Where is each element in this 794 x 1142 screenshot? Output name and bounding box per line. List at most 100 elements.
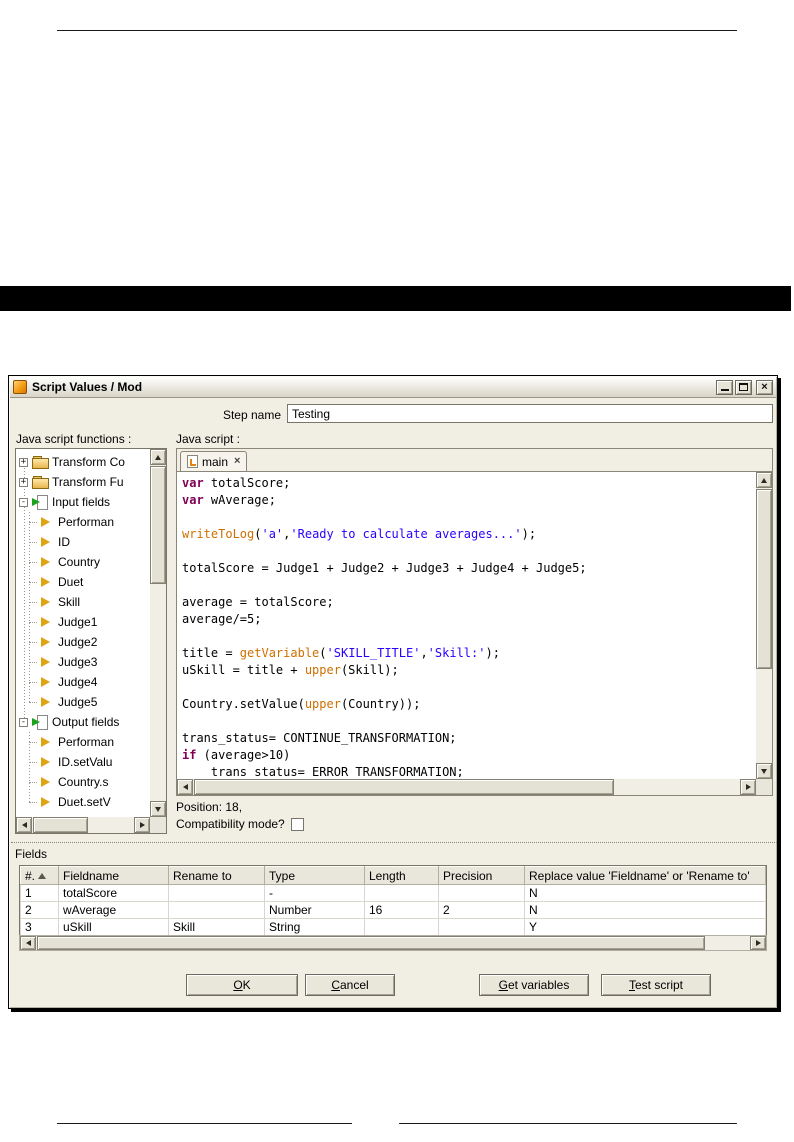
close-button[interactable]: × (756, 379, 773, 395)
table-cell[interactable]: String (264, 918, 365, 936)
scroll-up-button[interactable] (150, 449, 166, 465)
table-row[interactable]: 3 uSkill Skill String Y (20, 918, 766, 936)
script-editor-panel: main × var totalScore; var wAverage; write… (176, 448, 773, 796)
table-cell[interactable]: Y (524, 918, 766, 936)
arrow-down-icon (155, 806, 161, 812)
table-cell[interactable]: 2 (20, 901, 59, 919)
code-editor[interactable]: var totalScore; var wAverage; writeToLog('… (177, 471, 772, 795)
editor-horizontal-scrollbar[interactable] (177, 779, 756, 795)
tab-close-icon[interactable]: × (234, 456, 240, 467)
scroll-thumb[interactable] (756, 489, 772, 669)
scroll-left-button[interactable] (16, 817, 32, 833)
maximize-button[interactable] (735, 379, 752, 395)
tab-main[interactable]: main × (180, 451, 248, 471)
table-cell[interactable]: 1 (20, 884, 59, 902)
tree-item-output-fields[interactable]: - Output fields (16, 712, 150, 732)
table-cell[interactable]: N (524, 901, 766, 919)
compatibility-row: Compatibility mode? (176, 817, 304, 831)
table-cell[interactable] (438, 918, 525, 936)
table-cell[interactable]: Number (264, 901, 365, 919)
ok-button[interactable]: OK (186, 974, 298, 996)
tree-horizontal-scrollbar[interactable] (16, 817, 150, 833)
tree-item-country-s[interactable]: Country.s (16, 772, 150, 792)
table-cell[interactable] (168, 884, 265, 902)
collapse-icon[interactable]: - (19, 497, 28, 507)
tree-item-country[interactable]: Country (16, 552, 150, 572)
table-cell[interactable]: 2 (438, 901, 525, 919)
expand-icon[interactable]: + (19, 457, 28, 467)
test-script-button[interactable]: Test script (601, 974, 711, 996)
table-cell[interactable]: - (264, 884, 365, 902)
code-line: totalScore = Judge1 + Judge2 + Judge3 + … (182, 561, 587, 575)
tree-item-label: Judge5 (58, 695, 98, 709)
column-header-rename-to[interactable]: Rename to (168, 866, 265, 885)
script-tab-icon (187, 455, 198, 468)
scroll-thumb[interactable] (194, 779, 614, 795)
table-cell[interactable] (168, 901, 265, 919)
scroll-right-button[interactable] (134, 817, 150, 833)
get-variables-button[interactable]: Get variables (479, 974, 589, 996)
tree-item-performan[interactable]: Performan (16, 512, 150, 532)
column-header-type[interactable]: Type (264, 866, 365, 885)
scroll-right-button[interactable] (750, 936, 766, 950)
column-header-label: Rename to (173, 868, 232, 883)
tree-item-skill[interactable]: Skill (16, 592, 150, 612)
tree-item-id-setvalu[interactable]: ID.setValu (16, 752, 150, 772)
editor-vertical-scrollbar[interactable] (756, 472, 772, 779)
table-cell[interactable]: 3 (20, 918, 59, 936)
tree-item-judge5[interactable]: Judge5 (16, 692, 150, 712)
tree-item-judge4[interactable]: Judge4 (16, 672, 150, 692)
step-name-input[interactable]: Testing (287, 404, 773, 423)
compatibility-checkbox[interactable] (290, 817, 304, 831)
code-text[interactable]: var totalScore; var wAverage; writeToLog('… (182, 475, 754, 777)
tree-item-duet-setv[interactable]: Duet.setV (16, 792, 150, 812)
scroll-left-button[interactable] (177, 779, 193, 795)
column-header-replace-value-fieldname-or-rename-to[interactable]: Replace value 'Fieldname' or 'Rename to' (524, 866, 766, 885)
scroll-up-button[interactable] (756, 472, 772, 488)
tree-item-transform-co[interactable]: + Transform Co (16, 452, 150, 472)
collapse-icon[interactable]: - (19, 717, 28, 727)
tree-item-id[interactable]: ID (16, 532, 150, 552)
table-cell[interactable]: Skill (168, 918, 265, 936)
tree-item-judge3[interactable]: Judge3 (16, 652, 150, 672)
scroll-thumb[interactable] (37, 936, 705, 950)
code-line: title = getVariable('SKILL_TITLE','Skill… (182, 646, 500, 660)
tree-item-input-fields[interactable]: - Input fields (16, 492, 150, 512)
tree-item-performan[interactable]: Performan (16, 732, 150, 752)
black-banner (0, 286, 791, 311)
scroll-thumb[interactable] (150, 466, 166, 584)
column-header-precision[interactable]: Precision (438, 866, 525, 885)
table-cell[interactable] (438, 884, 525, 902)
code-line: average/=5; (182, 612, 262, 626)
expand-icon[interactable]: + (19, 477, 28, 487)
minimize-button[interactable] (716, 379, 733, 395)
step-name-value: Testing (292, 407, 331, 421)
scroll-thumb[interactable] (33, 817, 88, 833)
table-row[interactable]: 1 totalScore - N (20, 884, 766, 902)
table-horizontal-scrollbar[interactable] (19, 935, 767, 951)
dialog-titlebar[interactable]: Script Values / Mod × (10, 377, 776, 398)
tree-vertical-scrollbar[interactable] (150, 449, 166, 817)
column-header-num[interactable]: #. (20, 866, 59, 885)
scroll-down-button[interactable] (150, 801, 166, 817)
table-cell[interactable] (364, 918, 439, 936)
scroll-down-button[interactable] (756, 763, 772, 779)
scroll-right-button[interactable] (740, 779, 756, 795)
table-cell[interactable]: N (524, 884, 766, 902)
column-header-length[interactable]: Length (364, 866, 439, 885)
table-cell[interactable]: uSkill (58, 918, 169, 936)
functions-tree: + Transform Co + Transform Fu - Input fields P… (16, 449, 150, 817)
table-cell[interactable]: wAverage (58, 901, 169, 919)
tree-item-judge1[interactable]: Judge1 (16, 612, 150, 632)
scroll-left-button[interactable] (20, 936, 36, 950)
fields-group-label: Fields (15, 847, 48, 861)
table-cell[interactable] (364, 884, 439, 902)
table-row[interactable]: 2 wAverage Number 16 2 N (20, 901, 766, 919)
table-cell[interactable]: 16 (364, 901, 439, 919)
table-cell[interactable]: totalScore (58, 884, 169, 902)
tree-item-duet[interactable]: Duet (16, 572, 150, 592)
tree-item-judge2[interactable]: Judge2 (16, 632, 150, 652)
cancel-button[interactable]: Cancel (305, 974, 395, 996)
column-header-fieldname[interactable]: Fieldname (58, 866, 169, 885)
tree-item-transform-fu[interactable]: + Transform Fu (16, 472, 150, 492)
